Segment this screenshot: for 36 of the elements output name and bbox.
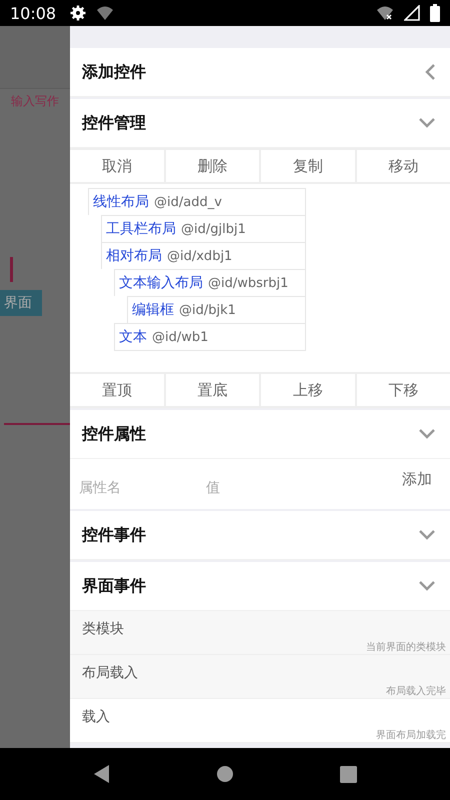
section-title: 控件事件 — [82, 524, 146, 546]
action-button[interactable]: 删除 — [166, 150, 259, 182]
action-button[interactable]: 复制 — [261, 150, 354, 182]
clock: 10:08 — [10, 4, 56, 22]
property-name-field[interactable]: 属性名 — [79, 480, 206, 496]
tree-node[interactable]: 文本输入布局 @id/wbsrbj1 — [114, 269, 306, 296]
add-button[interactable]: 添加 — [396, 468, 438, 490]
event-item[interactable]: 类模块 当前界面的类模块 — [70, 611, 450, 655]
tree-node[interactable]: 工具栏布局 @id/gjlbj1 — [101, 215, 306, 242]
section-header[interactable]: 控件属性 — [70, 410, 450, 459]
section-title: 添加控件 — [82, 62, 146, 82]
tree-node[interactable]: 文本 @id/wb1 — [114, 323, 306, 351]
back-icon[interactable] — [92, 764, 111, 784]
recents-icon[interactable] — [340, 766, 358, 782]
home-icon[interactable] — [216, 765, 234, 783]
action-button[interactable]: 下移 — [356, 374, 450, 406]
event-item[interactable]: 布局载入 布局载入完毕 — [70, 655, 450, 699]
tree-node[interactable]: 相对布局 @id/xdbj1 — [101, 242, 306, 269]
input-hint: 输入写作 — [11, 93, 60, 110]
section-title: 控件属性 — [82, 424, 146, 444]
settings-icon — [70, 5, 86, 21]
action-button[interactable]: 置顶 — [70, 374, 164, 406]
action-button[interactable]: 取消 — [70, 150, 164, 182]
action-button[interactable]: 置底 — [166, 374, 259, 406]
signal-icon — [404, 5, 420, 21]
tree-node[interactable]: 线性布局 @id/add_v — [88, 188, 306, 215]
section-title: 界面事件 — [82, 576, 146, 596]
section-header[interactable]: 控件事件 — [70, 511, 450, 560]
action-button[interactable]: 上移 — [261, 374, 354, 406]
battery-icon — [430, 4, 440, 22]
section-header[interactable]: 添加控件 — [70, 48, 450, 97]
wifi-off-icon — [376, 5, 394, 21]
tree-node[interactable]: 编辑框 @id/bjk1 — [127, 296, 306, 323]
property-value-field[interactable]: 值 — [206, 480, 396, 496]
action-button[interactable]: 移动 — [356, 150, 450, 182]
section-title: 控件管理 — [82, 112, 146, 134]
